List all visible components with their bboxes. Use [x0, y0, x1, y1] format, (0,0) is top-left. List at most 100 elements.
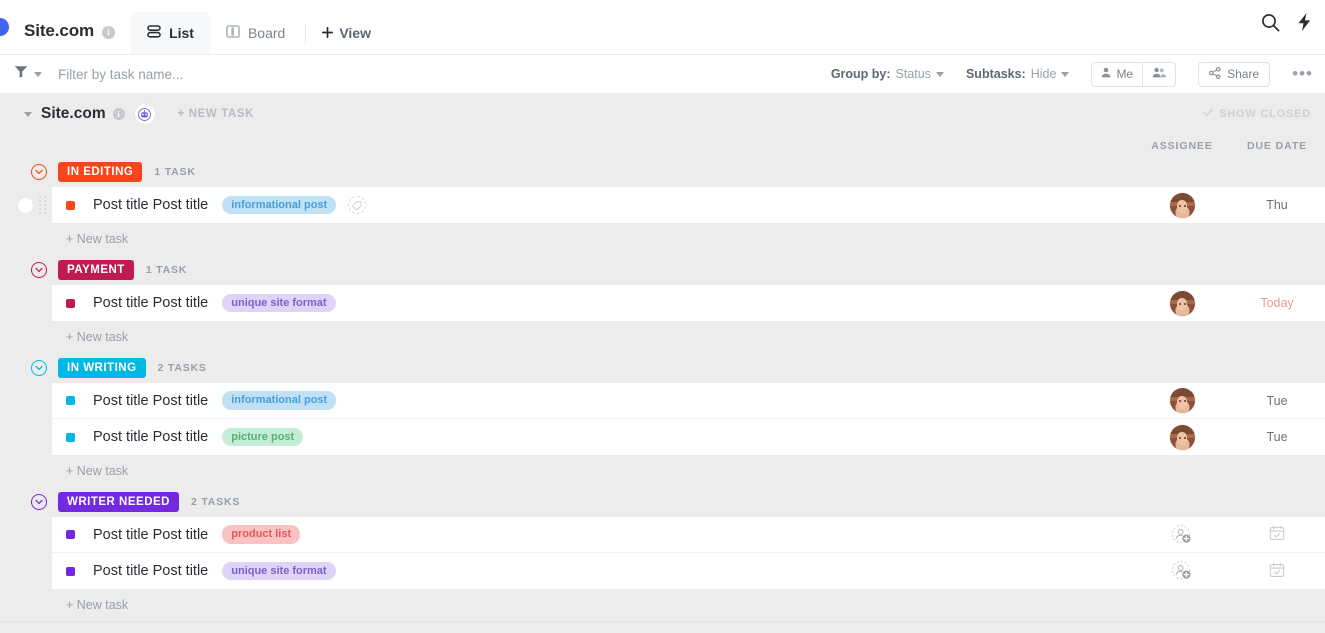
- task-tag[interactable]: informational post: [222, 391, 337, 410]
- top-bar-actions: [1261, 12, 1313, 32]
- add-assignee-icon[interactable]: [1171, 560, 1193, 582]
- robot-icon[interactable]: [133, 103, 156, 125]
- new-task-button[interactable]: + New task: [0, 223, 1325, 255]
- task-due-date-cell[interactable]: [1229, 562, 1325, 581]
- collapse-group-icon[interactable]: [24, 111, 32, 117]
- avatar[interactable]: [1169, 290, 1195, 316]
- task-status-dot: [66, 566, 75, 576]
- share-button[interactable]: Share: [1198, 61, 1271, 87]
- show-closed-label: SHOW CLOSED: [1219, 108, 1311, 120]
- chevron-down-icon: [34, 71, 42, 77]
- status-badge[interactable]: PAYMENT: [58, 260, 134, 280]
- collapse-status-icon[interactable]: [31, 164, 47, 180]
- task-tag[interactable]: unique site format: [222, 293, 336, 313]
- search-input[interactable]: [58, 66, 318, 82]
- status-badge[interactable]: IN EDITING: [58, 162, 143, 182]
- task-due-date-cell[interactable]: Tue: [1229, 430, 1325, 444]
- task-row[interactable]: Post title Post title unique site format T…: [52, 285, 1325, 321]
- task-row[interactable]: Post title Post title unique site format: [52, 553, 1325, 589]
- lightning-bolt-icon[interactable]: [1296, 12, 1313, 32]
- collapse-status-icon[interactable]: [31, 360, 47, 376]
- ellipsis-icon[interactable]: •••: [1292, 65, 1313, 82]
- task-due-date-cell[interactable]: [1229, 525, 1325, 544]
- group-by-label: Group by:: [830, 67, 891, 81]
- task-row[interactable]: Post title Post title informational post T…: [52, 383, 1325, 419]
- tab-list[interactable]: List: [131, 12, 210, 54]
- plus-icon: [322, 25, 334, 41]
- task-due-date-cell[interactable]: Today: [1229, 296, 1325, 310]
- task-due-date-cell[interactable]: Thu: [1229, 198, 1325, 212]
- add-view-button[interactable]: View: [310, 12, 383, 54]
- task-assignee-cell[interactable]: [1135, 524, 1229, 546]
- filter-bar-actions: Group by: Status Subtasks: Hide Me Share…: [831, 61, 1313, 87]
- info-icon[interactable]: i: [112, 108, 125, 120]
- task-tag[interactable]: picture post: [222, 427, 304, 447]
- top-bar: Site.com i List Board View: [0, 0, 1325, 54]
- task-complete-checkbox[interactable]: [17, 196, 34, 214]
- show-closed-button[interactable]: SHOW CLOSED: [1203, 108, 1311, 120]
- avatar[interactable]: [1169, 424, 1195, 450]
- avatar[interactable]: [1169, 388, 1195, 413]
- task-title[interactable]: Post title Post title: [93, 563, 208, 579]
- status-bar: WRITER NEEDED 2 TASKS: [0, 487, 1325, 517]
- filter-toggle[interactable]: [14, 65, 42, 83]
- task-title[interactable]: Post title Post title: [93, 429, 208, 445]
- task-title[interactable]: Post title Post title: [93, 295, 208, 311]
- avatar[interactable]: [1169, 192, 1195, 218]
- due-date-value[interactable]: Tue: [1266, 430, 1287, 444]
- task-title[interactable]: Post title Post title: [93, 527, 208, 543]
- drag-handle[interactable]: [39, 196, 47, 214]
- chevron-down-icon: [1061, 71, 1070, 77]
- add-tag-icon[interactable]: [348, 196, 367, 214]
- subtasks-control[interactable]: Subtasks: Hide: [965, 67, 1070, 81]
- collapse-status-icon[interactable]: [31, 494, 47, 510]
- status-badge[interactable]: WRITER NEEDED: [58, 492, 179, 512]
- status-group: PAYMENT 1 TASK Post title Post title unique…: [0, 255, 1325, 353]
- person-icon: [1101, 67, 1111, 81]
- due-date-value[interactable]: Tue: [1266, 394, 1287, 408]
- status-group: IN WRITING 2 TASKS Post title Post title in…: [0, 353, 1325, 487]
- new-task-header-button[interactable]: + NEW TASK: [178, 108, 254, 120]
- new-task-button[interactable]: + New task: [0, 321, 1325, 353]
- subtasks-label: Subtasks:: [965, 67, 1026, 81]
- task-assignee-cell[interactable]: [1135, 192, 1229, 218]
- tab-list-label: List: [169, 25, 194, 41]
- status-groups: IN EDITING 1 TASK Post title Post title inf…: [0, 157, 1325, 622]
- group-by-value: Status: [895, 67, 931, 81]
- task-title[interactable]: Post title Post title: [93, 393, 208, 409]
- task-tag[interactable]: product list: [222, 525, 301, 544]
- status-badge[interactable]: IN WRITING: [58, 358, 146, 378]
- column-header-due-date: DUE DATE: [1246, 140, 1308, 152]
- add-due-date-icon[interactable]: [1269, 525, 1285, 544]
- due-date-value[interactable]: Today: [1260, 296, 1293, 310]
- new-task-button[interactable]: + New task: [0, 455, 1325, 487]
- filter-me-button[interactable]: Me: [1092, 63, 1142, 86]
- new-task-button[interactable]: + New task: [0, 589, 1325, 621]
- task-assignee-cell[interactable]: [1135, 290, 1229, 316]
- status-task-count: 1 TASK: [154, 166, 196, 178]
- collapse-status-icon[interactable]: [31, 262, 47, 278]
- group-by-control[interactable]: Group by: Status: [831, 67, 944, 81]
- tab-board[interactable]: Board: [210, 12, 301, 54]
- task-row[interactable]: Post title Post title product list: [52, 517, 1325, 553]
- workspace-avatar[interactable]: [0, 18, 9, 36]
- add-view-label: View: [339, 25, 371, 41]
- filter-people-button[interactable]: [1142, 62, 1175, 86]
- task-tag[interactable]: unique site format: [222, 561, 336, 581]
- task-tag[interactable]: informational post: [222, 195, 337, 215]
- add-assignee-icon[interactable]: [1171, 524, 1193, 546]
- column-headers: ASSIGNEE DUE DATE: [0, 135, 1325, 157]
- task-row[interactable]: Post title Post title picture post Tue: [52, 419, 1325, 455]
- task-due-date-cell[interactable]: Tue: [1229, 394, 1325, 408]
- due-date-value[interactable]: Thu: [1266, 198, 1288, 212]
- info-icon[interactable]: i: [102, 26, 116, 39]
- task-assignee-cell[interactable]: [1135, 560, 1229, 582]
- task-row[interactable]: Post title Post title informational post T…: [17, 187, 1325, 223]
- add-due-date-icon[interactable]: [1269, 562, 1285, 581]
- share-label: Share: [1227, 67, 1260, 81]
- task-title[interactable]: Post title Post title: [93, 197, 208, 213]
- task-assignee-cell[interactable]: [1135, 388, 1229, 413]
- search-icon[interactable]: [1261, 13, 1280, 32]
- task-assignee-cell[interactable]: [1135, 424, 1229, 450]
- group-title: Site.com: [41, 105, 106, 122]
